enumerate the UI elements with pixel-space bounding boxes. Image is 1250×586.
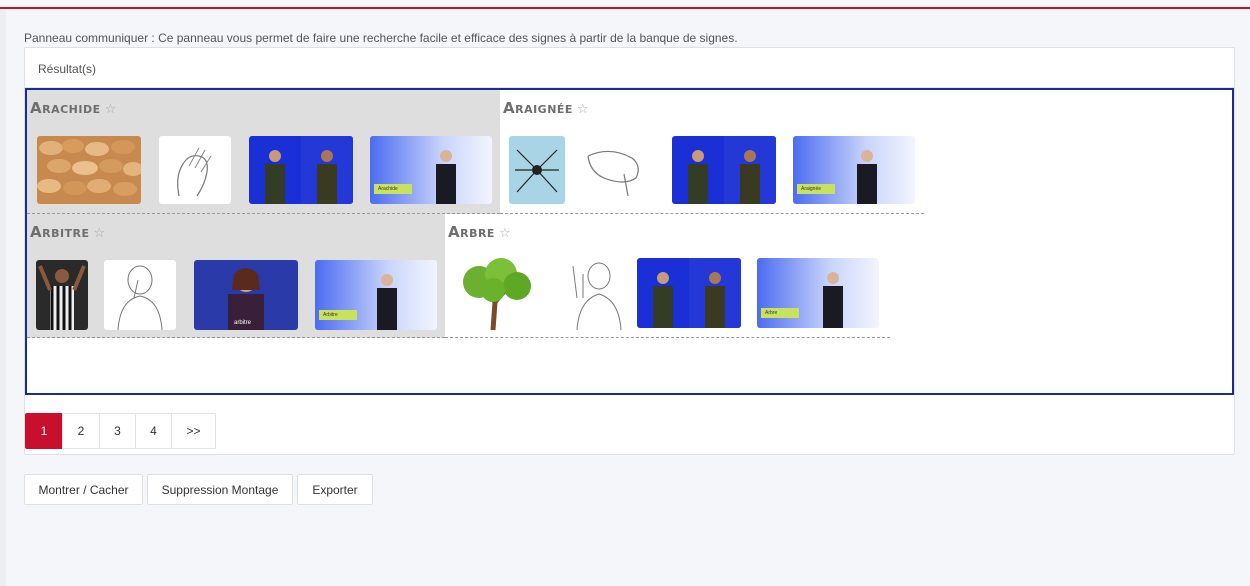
sign-video-thumbnail[interactable]: Arachide: [370, 136, 492, 204]
word-card-araignee[interactable]: Araignée ☆ Araignée: [500, 90, 924, 214]
hand-drawing: [117, 265, 163, 330]
peanut-image: [37, 136, 141, 204]
page-1-button[interactable]: 1: [25, 413, 63, 449]
star-icon[interactable]: ☆: [94, 226, 106, 241]
results-header: Résultat(s): [25, 48, 1234, 88]
word-title[interactable]: Arbre ☆: [448, 223, 511, 241]
left-edge: [0, 9, 6, 586]
spider-image: [515, 149, 559, 193]
sign-video-thumbnail[interactable]: [637, 258, 741, 328]
referee-image: [38, 265, 86, 330]
word-title[interactable]: Arachide ☆: [30, 99, 117, 117]
word-card-arbitre[interactable]: Arbitre ☆ arbitre Arbitre: [27, 214, 445, 338]
signers-video: [265, 136, 353, 204]
results-area: Arachide ☆ Arachide Araignée ☆ Araignée …: [25, 88, 1234, 395]
sign-video-thumbnail[interactable]: Araignée: [793, 136, 915, 204]
sign-photo-thumbnail[interactable]: arbitre: [194, 260, 298, 330]
sign-drawing-thumbnail[interactable]: [580, 136, 658, 204]
tree-image: [463, 258, 531, 330]
hand-drawing: [572, 262, 622, 330]
signers-video: [688, 136, 776, 204]
sign-video-thumbnail[interactable]: [672, 136, 776, 204]
page-2-button[interactable]: 2: [62, 413, 100, 449]
top-accent-line: [0, 7, 1250, 9]
interpreter-video: [761, 272, 843, 328]
word-title[interactable]: Araignée ☆: [503, 99, 589, 117]
video-caption: Arbitre: [323, 312, 338, 318]
sign-drawing-thumbnail[interactable]: [104, 260, 176, 330]
sign-video-thumbnail[interactable]: Arbre: [757, 258, 879, 328]
next-pages-button[interactable]: >>: [171, 413, 216, 449]
star-icon[interactable]: ☆: [499, 226, 511, 241]
divider: [445, 337, 890, 338]
divider: [27, 337, 445, 338]
page-3-button[interactable]: 3: [99, 413, 136, 449]
sign-video-thumbnail[interactable]: [249, 136, 353, 204]
interpreter-video: [797, 150, 877, 204]
show-hide-button[interactable]: Montrer / Cacher: [24, 474, 143, 505]
sign-drawing-thumbnail[interactable]: [559, 258, 629, 330]
delete-montage-button[interactable]: Suppression Montage: [147, 474, 293, 505]
hand-drawing: [587, 150, 639, 197]
star-icon[interactable]: ☆: [105, 102, 117, 117]
signers-video: [653, 258, 741, 328]
star-icon[interactable]: ☆: [577, 102, 589, 117]
illustration-thumbnail[interactable]: [37, 136, 141, 204]
panel-description: Panneau communiquer : Ce panneau vous pe…: [24, 31, 738, 45]
video-caption: Arachide: [378, 186, 398, 192]
interpreter-video: [319, 274, 397, 330]
video-caption: Araignée: [801, 186, 822, 192]
results-panel: Résultat(s) Arachide ☆ Arachide Araignée…: [24, 47, 1235, 455]
photo-caption: arbitre: [234, 320, 252, 326]
illustration-thumbnail[interactable]: [509, 136, 565, 204]
pagination: 1 2 3 4 >>: [25, 413, 216, 449]
word-title[interactable]: Arbitre ☆: [30, 223, 106, 241]
illustration-thumbnail[interactable]: [449, 258, 541, 330]
interpreter-video: [374, 150, 456, 204]
sign-video-thumbnail[interactable]: Arbitre: [315, 260, 437, 330]
hand-drawing: [177, 147, 212, 197]
video-caption: Arbre: [765, 310, 778, 316]
sign-drawing-thumbnail[interactable]: [159, 136, 231, 204]
illustration-thumbnail[interactable]: [36, 260, 88, 330]
page-4-button[interactable]: 4: [135, 413, 172, 449]
export-button[interactable]: Exporter: [297, 474, 373, 505]
word-card-arachide[interactable]: Arachide ☆ Arachide: [27, 90, 500, 214]
word-card-arbre[interactable]: Arbre ☆ Arbre: [445, 214, 890, 338]
